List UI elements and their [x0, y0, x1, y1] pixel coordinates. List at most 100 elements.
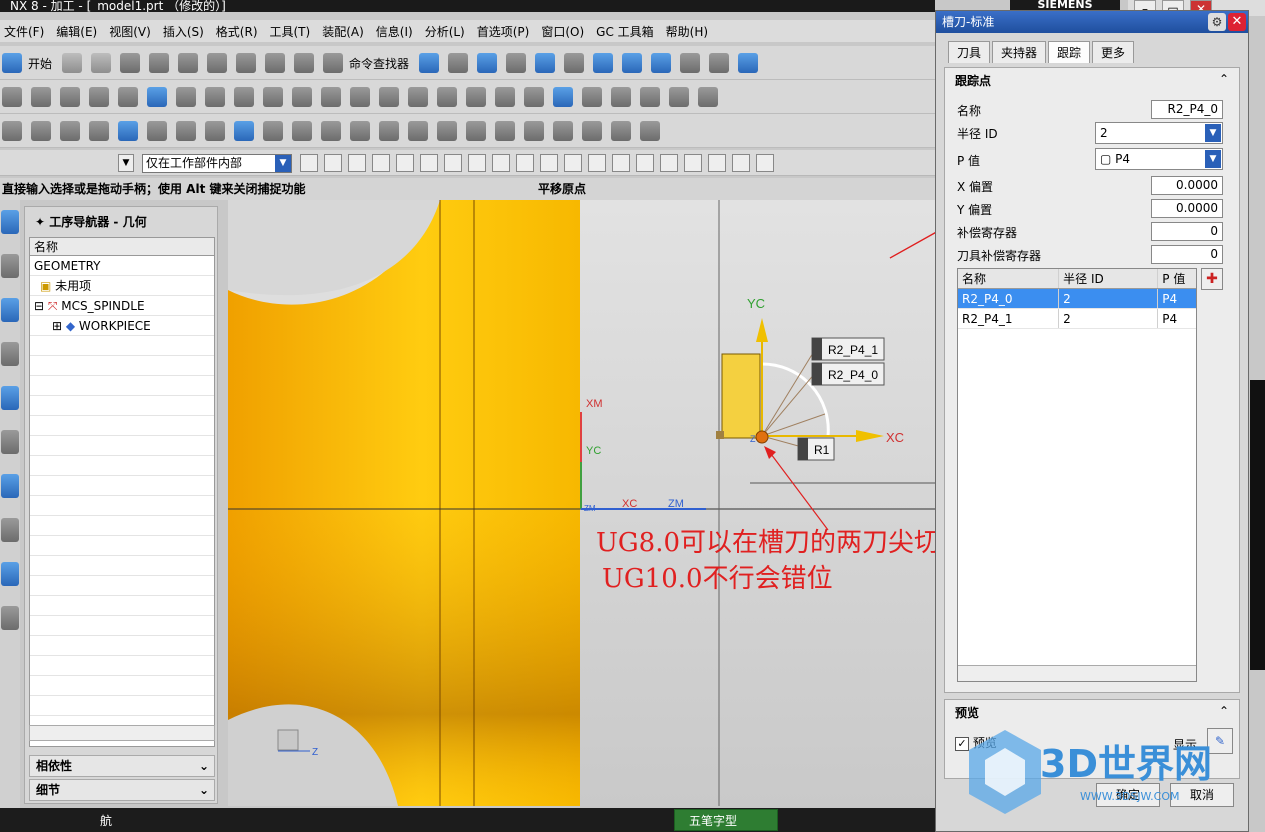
snap-curve-icon[interactable] [660, 154, 678, 172]
tab-tracking[interactable]: 跟踪 [1048, 41, 1091, 63]
constraint-navigator-icon[interactable] [1, 254, 19, 278]
wizard-icon[interactable] [419, 53, 440, 73]
create-program-icon[interactable] [2, 87, 22, 107]
paste-icon[interactable] [236, 53, 257, 73]
tag-r1[interactable]: R1 [797, 437, 835, 461]
assembly-icon[interactable] [2, 121, 22, 141]
text-icon[interactable] [582, 121, 602, 141]
sketch-icon[interactable] [118, 121, 138, 141]
polyline-icon[interactable] [524, 121, 544, 141]
radius-id-select[interactable]: 2 ▼ [1095, 122, 1223, 144]
snap-bounded-icon[interactable] [708, 154, 726, 172]
tracking-point-origin[interactable] [755, 430, 769, 444]
extrude-icon[interactable] [205, 121, 225, 141]
offset-icon[interactable] [495, 121, 515, 141]
analysis-icon[interactable] [437, 87, 457, 107]
box-select-icon[interactable] [444, 154, 462, 172]
copy-icon[interactable] [207, 53, 228, 73]
body-icon[interactable] [372, 154, 390, 172]
undo-icon[interactable] [294, 53, 315, 73]
fit-view-icon[interactable] [477, 53, 498, 73]
block-icon[interactable] [234, 121, 254, 141]
group-header[interactable]: 跟踪点 [955, 72, 991, 89]
web-browser-icon[interactable] [1, 474, 19, 498]
tab-holder[interactable]: 夹持器 [992, 41, 1047, 63]
stop-icon[interactable] [669, 87, 689, 107]
cut-icon[interactable] [178, 53, 199, 73]
ime-indicator[interactable]: 五笔字型 [674, 809, 778, 831]
filter-icon[interactable] [300, 154, 318, 172]
select-all-icon[interactable] [324, 154, 342, 172]
menu-gc-toolkit[interactable]: GC 工具箱 [596, 23, 654, 40]
arc-icon[interactable] [350, 121, 370, 141]
orient-icon[interactable] [738, 53, 759, 73]
table-row[interactable]: R2_P4_0 2 P4 [958, 289, 1196, 309]
transform-icon[interactable] [263, 87, 283, 107]
replay-icon[interactable] [205, 87, 225, 107]
selection-scope-dropdown[interactable]: 仅在工作部件内部 ▼ [142, 154, 292, 173]
add-tracking-point-button[interactable]: ✚ [1201, 268, 1223, 290]
snap-enable-icon[interactable] [468, 154, 486, 172]
roles-icon[interactable] [1, 606, 19, 630]
face-icon[interactable] [396, 154, 414, 172]
machine-navigator-icon[interactable] [1, 386, 19, 410]
conic-icon[interactable] [553, 121, 573, 141]
snap-control-icon[interactable] [540, 154, 558, 172]
snap-face-icon[interactable] [684, 154, 702, 172]
command-finder-button[interactable]: 命令查找器 [349, 55, 409, 72]
verify-icon[interactable] [147, 87, 167, 107]
create-method-icon[interactable] [89, 87, 109, 107]
chevron-up-icon[interactable]: ⌃ [1215, 702, 1233, 720]
tool-compensation-register-field[interactable]: 0 [1151, 245, 1223, 264]
type-filter-dropdown[interactable]: ▼ [118, 154, 134, 172]
menu-edit[interactable]: 编辑(E) [56, 23, 97, 40]
delete-icon[interactable] [265, 53, 286, 73]
settings-icon[interactable] [698, 87, 718, 107]
save-icon[interactable] [120, 53, 141, 73]
selection-icon[interactable] [448, 53, 469, 73]
snap-pole-icon[interactable] [732, 154, 750, 172]
column-header-p-value[interactable]: P 值 [1158, 269, 1196, 288]
tree-row-mcs-spindle[interactable]: ⊟ ⤧ MCS_SPINDLE [30, 296, 214, 316]
preview-header[interactable]: 预览 [955, 704, 979, 721]
operation-navigator-icon[interactable] [1, 342, 19, 366]
datum-icon[interactable] [176, 121, 196, 141]
column-header-radius-id[interactable]: 半径 ID [1059, 269, 1159, 288]
start-icon[interactable] [2, 53, 22, 73]
machine-tool-icon[interactable] [495, 87, 515, 107]
collision-icon[interactable] [408, 87, 428, 107]
tree-row-geometry[interactable]: GEOMETRY [30, 256, 214, 276]
snap-center-icon[interactable] [588, 154, 606, 172]
tool-path-icon[interactable] [350, 87, 370, 107]
tag-r2-p4-1[interactable]: R2_P4_1 [811, 337, 885, 361]
new-file-icon[interactable] [62, 53, 83, 73]
tag-r2-p4-0[interactable]: R2_P4_0 [811, 362, 885, 386]
report-icon[interactable] [553, 87, 573, 107]
step-icon[interactable] [640, 87, 660, 107]
tree-row-workpiece[interactable]: ⊞ ◆ WORKPIECE [30, 316, 214, 336]
tree-row-unused[interactable]: ▣ 未用项 [30, 276, 214, 296]
taskbar-item[interactable]: 航 [100, 812, 112, 829]
playback-icon[interactable] [611, 87, 631, 107]
column-header-name[interactable]: 名称 [958, 269, 1060, 288]
chevron-up-icon[interactable]: ⌃ [1215, 70, 1233, 88]
menu-preferences[interactable]: 首选项(P) [477, 23, 530, 40]
shape-icon[interactable] [611, 121, 631, 141]
render-icon[interactable] [622, 53, 643, 73]
menu-format[interactable]: 格式(R) [216, 23, 258, 40]
generate-path-icon[interactable] [176, 87, 196, 107]
feed-icon[interactable] [379, 87, 399, 107]
pin-icon[interactable]: ✦ [35, 215, 49, 229]
expand-icon[interactable]: ⊞ [52, 319, 66, 333]
edge-icon[interactable] [420, 154, 438, 172]
y-offset-field[interactable]: 0.0000 [1151, 199, 1223, 218]
chamfer-icon[interactable] [437, 121, 457, 141]
trim-icon[interactable] [292, 121, 312, 141]
tool-holder[interactable] [721, 353, 761, 439]
snap-existing-icon[interactable] [636, 154, 654, 172]
surface-icon[interactable] [640, 121, 660, 141]
gauge-icon[interactable] [582, 87, 602, 107]
xc-arrow-icon[interactable] [856, 430, 884, 442]
postprocess-icon[interactable] [292, 87, 312, 107]
horizontal-scrollbar[interactable] [958, 665, 1196, 681]
